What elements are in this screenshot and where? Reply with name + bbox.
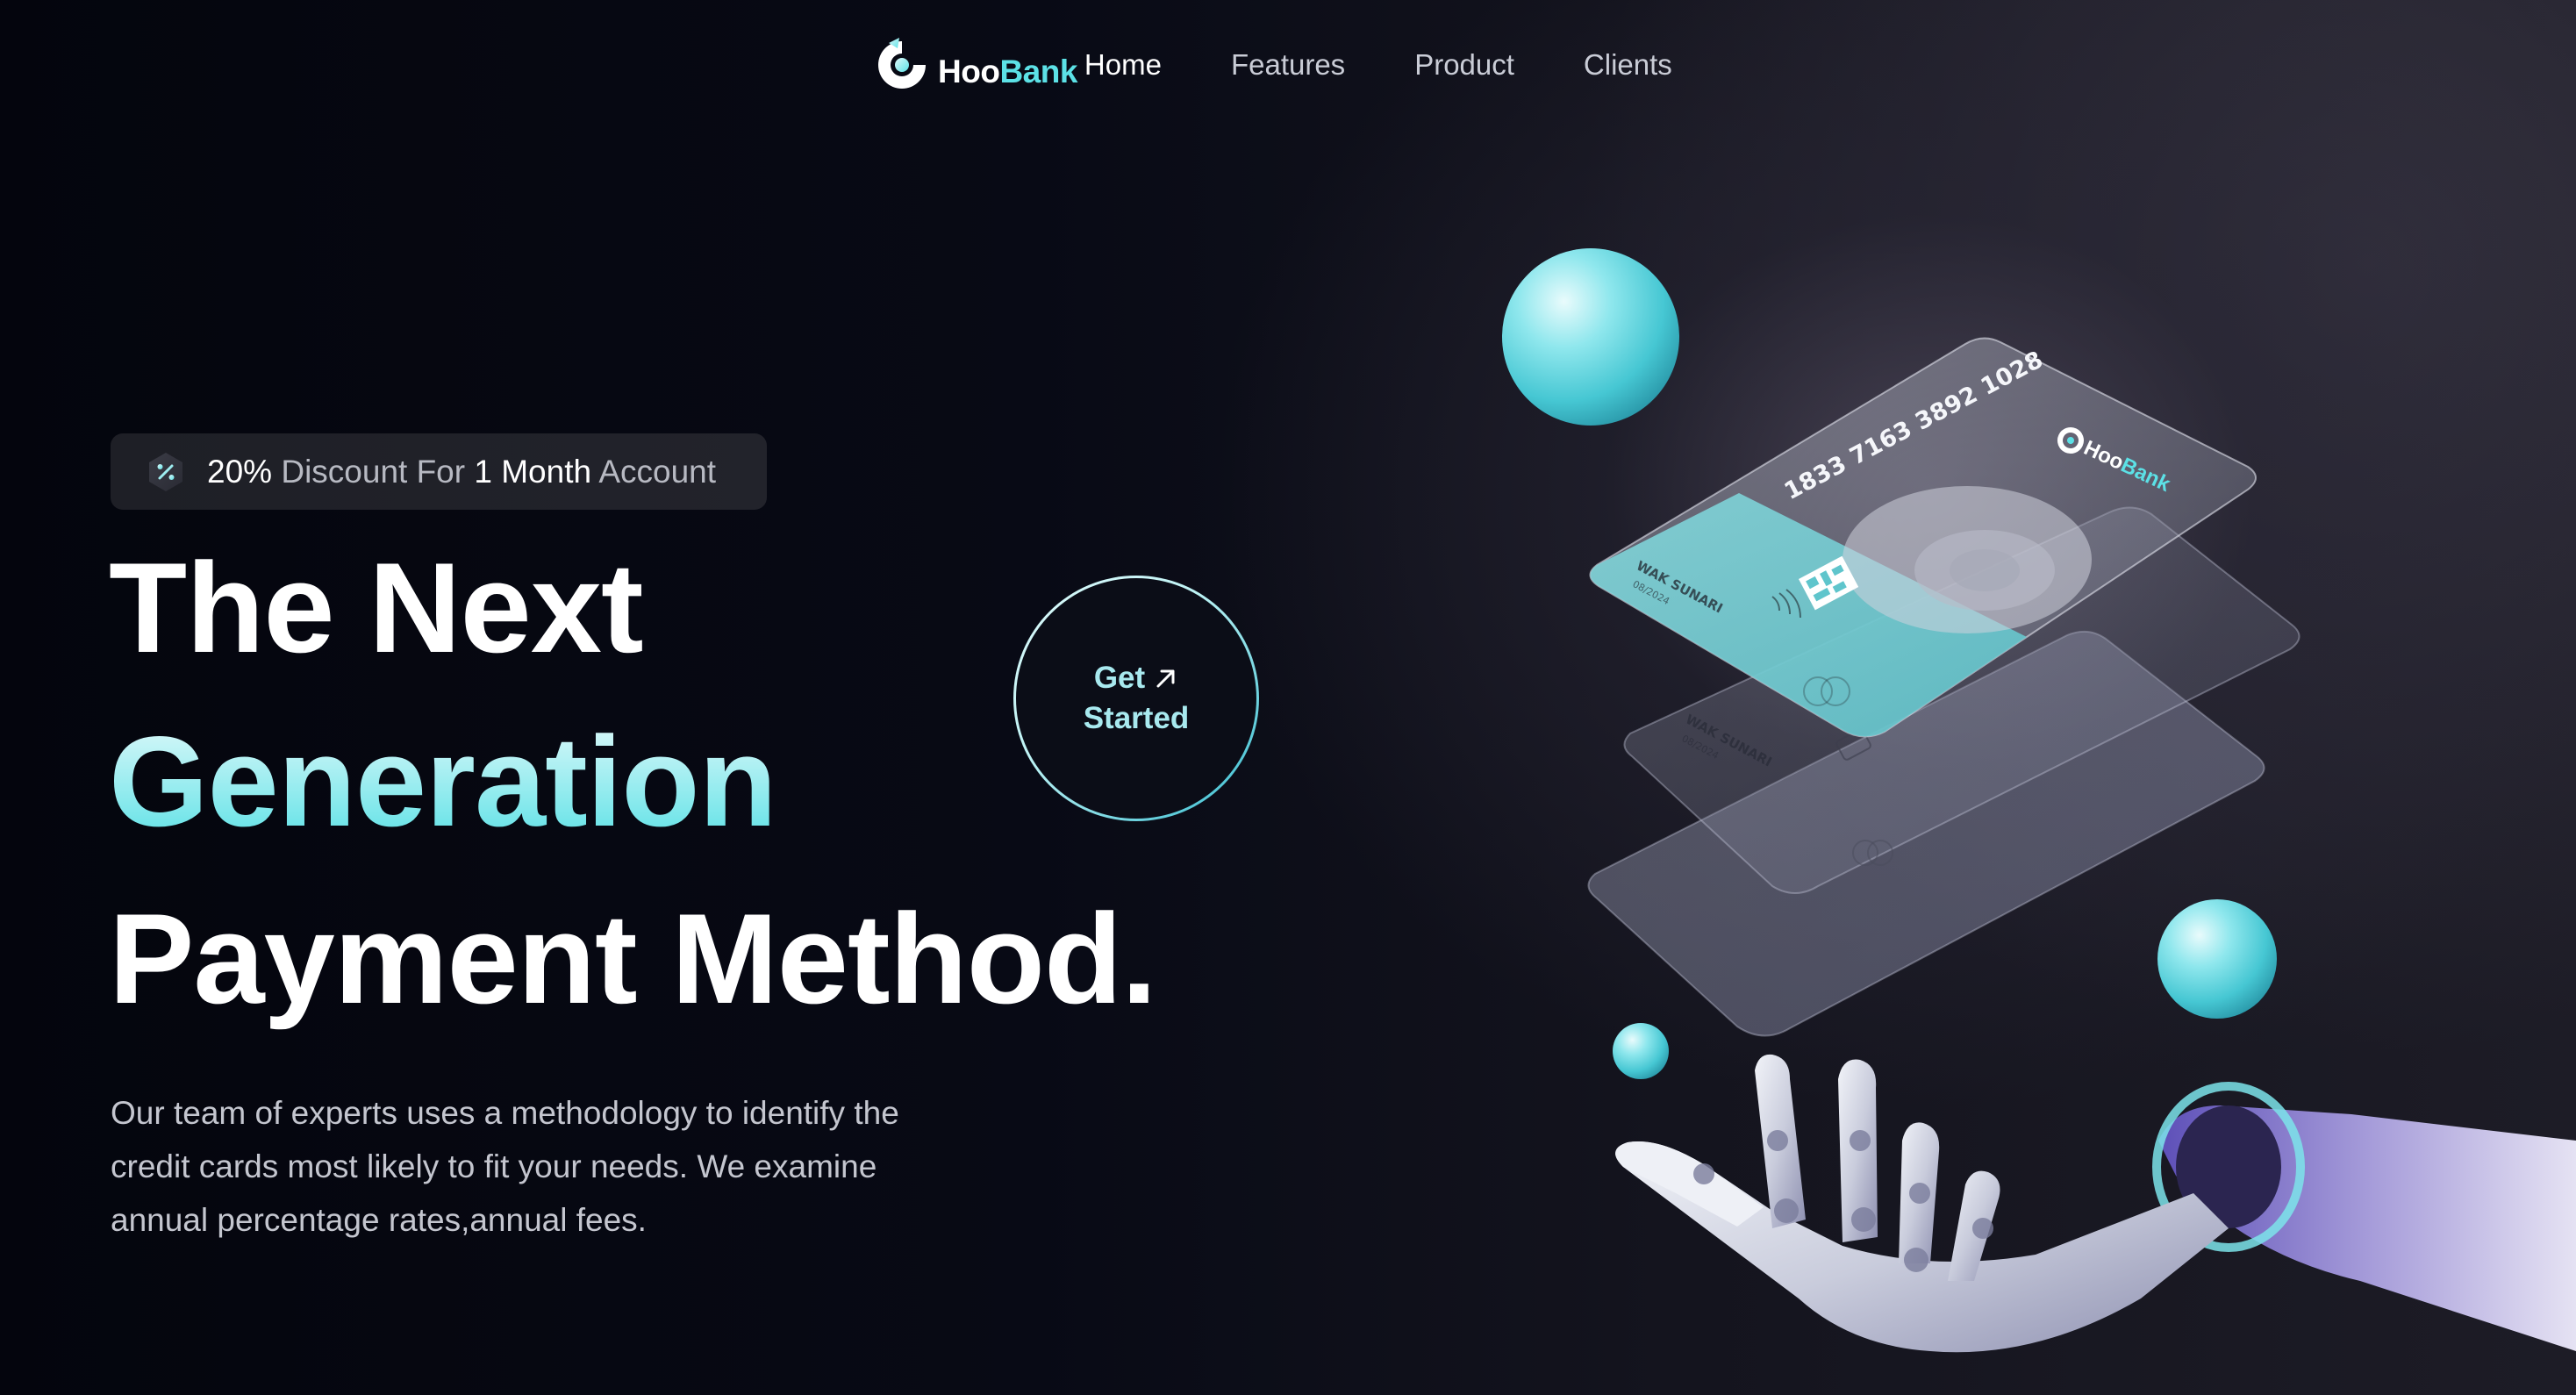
brand-name: HooBank: [938, 55, 1077, 88]
headline-line-3: Payment Method.: [109, 887, 1157, 1030]
hoobank-logo-icon: [878, 38, 926, 89]
brand-name-part1: Hoo: [938, 53, 1000, 89]
discount-text: 20% Discount For 1 Month Account: [207, 453, 717, 490]
brand-logo[interactable]: HooBank: [873, 33, 1077, 97]
discount-badge: 20% Discount For 1 Month Account: [111, 433, 767, 510]
navbar: HooBank Home Features Product Clients: [873, 33, 1742, 97]
nav-link-clients[interactable]: Clients: [1584, 50, 1672, 79]
get-started-line-2: Started: [1083, 701, 1190, 735]
brand-name-part2: Bank: [999, 53, 1077, 89]
get-started-inner: Get Started: [1016, 578, 1256, 819]
sphere-large: [1502, 248, 1679, 426]
get-started-line-1: Get: [1094, 658, 1178, 698]
hero-description: Our team of experts uses a methodology t…: [111, 1095, 899, 1238]
nav-link-home[interactable]: Home: [1084, 50, 1162, 79]
sphere-medium: [2157, 899, 2277, 1019]
robot-hand: [1615, 1054, 2576, 1353]
headline-line-2: Generation: [109, 710, 777, 853]
discount-icon: [149, 452, 182, 491]
nav-links: Home Features Product Clients: [1084, 50, 1742, 79]
page: HooBank Home Features Product Clients 20…: [0, 0, 2576, 1395]
get-started-label-1: Get: [1093, 661, 1146, 695]
sphere-small: [1613, 1023, 1669, 1079]
headline-line-1: The Next: [109, 536, 644, 679]
arrow-up-right-icon: [1156, 669, 1175, 688]
nav-link-product[interactable]: Product: [1414, 50, 1514, 79]
nav-link-features[interactable]: Features: [1231, 50, 1345, 79]
hero-illustration: WAK SUNARI 08/2024 1833 7163 3892 1028 H…: [1502, 248, 2576, 1353]
get-started-button[interactable]: Get Started: [1013, 576, 1259, 821]
